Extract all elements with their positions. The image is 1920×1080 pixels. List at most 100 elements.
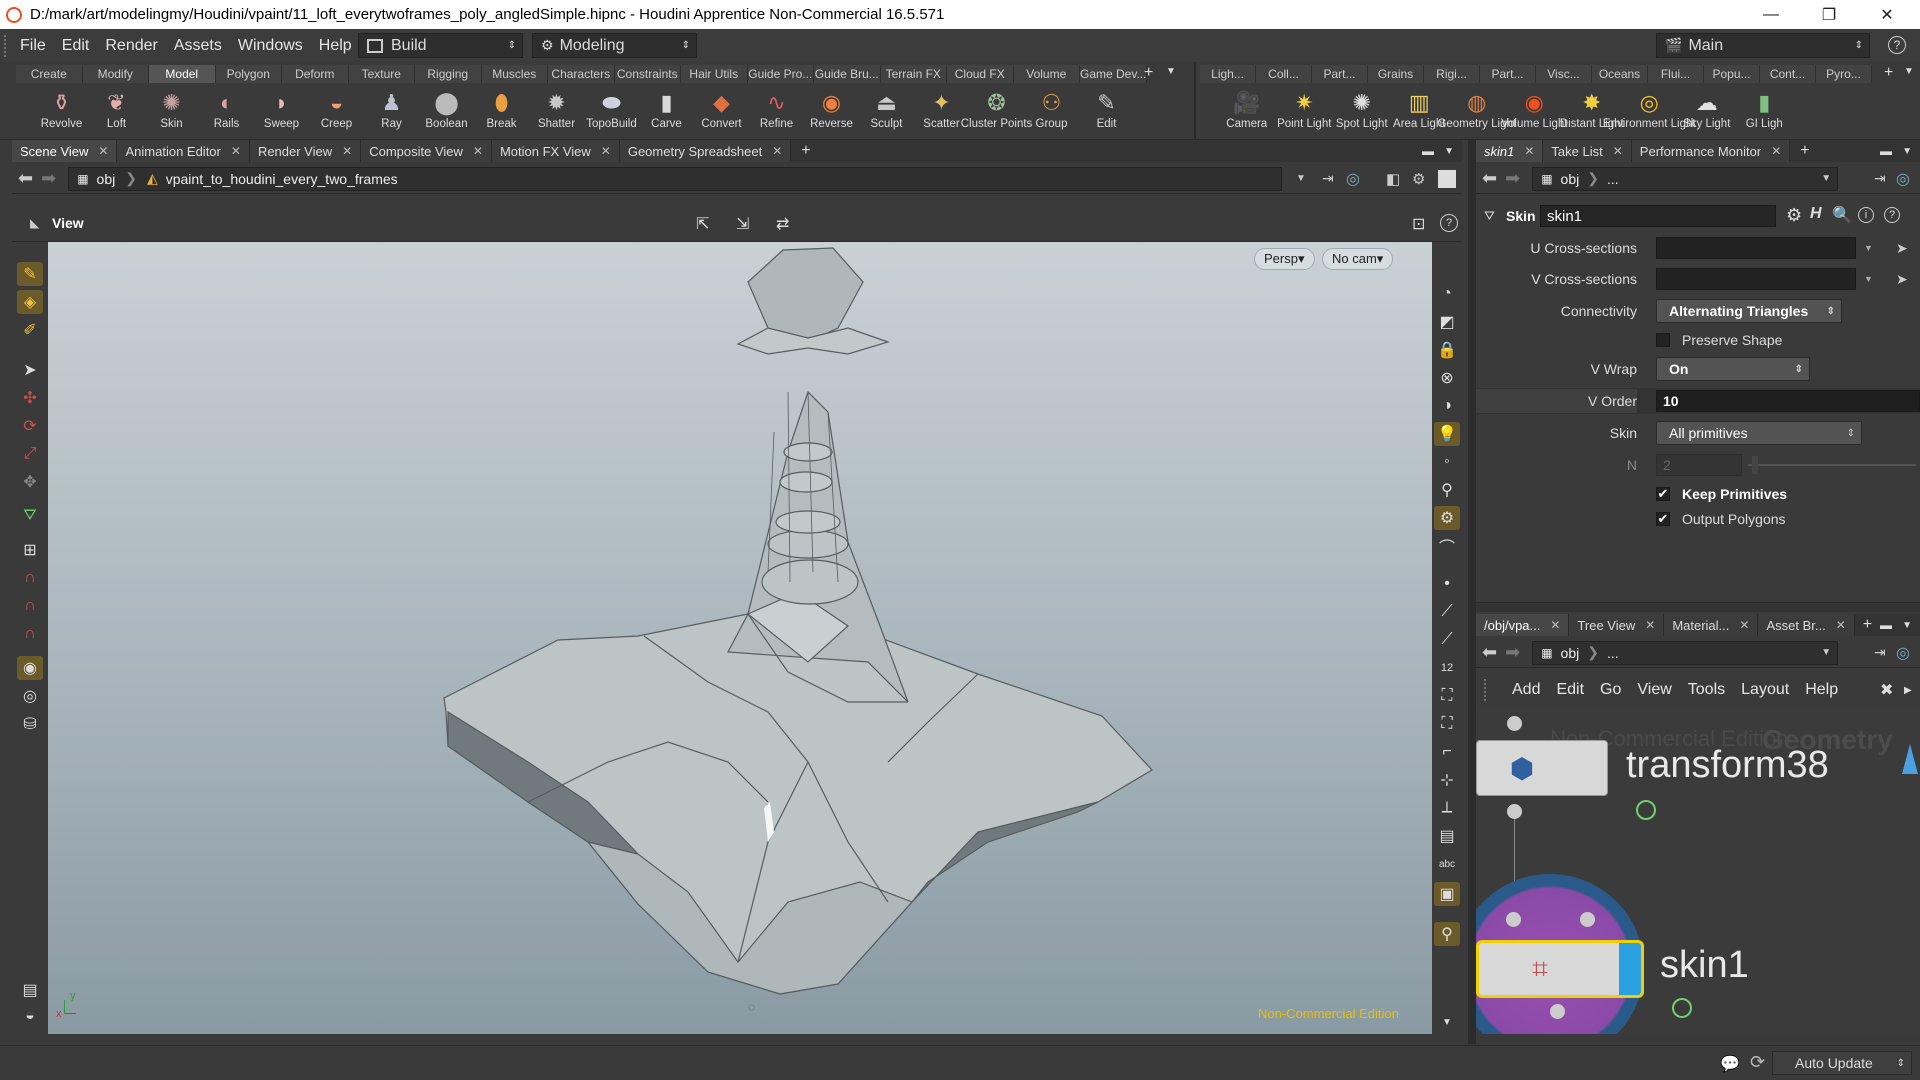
menu-file[interactable]: File <box>12 37 54 55</box>
snap-grid-icon[interactable]: ⊞ <box>17 538 43 562</box>
tab-take-list[interactable]: Take List ✕ <box>1543 140 1632 162</box>
net-pane-menu-icon[interactable]: ▼ <box>1902 620 1912 631</box>
auto-update-menu[interactable]: Auto Update ⇕ <box>1772 1051 1912 1075</box>
shelf-tab-volume-15[interactable]: Volume <box>1013 65 1080 83</box>
persp-camera-button[interactable]: Persp▾ <box>1254 248 1315 270</box>
shelf-menu-button[interactable]: ▼ <box>1166 66 1176 77</box>
close-tab-icon[interactable]: ✕ <box>601 144 611 158</box>
net-path-dropdown-icon[interactable]: ▼ <box>1821 647 1831 658</box>
tool-refine[interactable]: ∿ Refine <box>749 86 804 138</box>
shelf-tab-cont-10[interactable]: Cont... <box>1760 65 1816 83</box>
path-root[interactable]: obj <box>97 171 116 187</box>
net-path-field[interactable]: ▦ obj ❯ ... ▼ <box>1532 640 1839 665</box>
close-tab-icon[interactable]: ✕ <box>1771 144 1781 158</box>
param-path-field[interactable]: ▦ obj ❯ ... ▼ <box>1532 166 1839 191</box>
network-menu-help[interactable]: Help <box>1797 681 1846 699</box>
network-menu-edit[interactable]: Edit <box>1548 681 1592 699</box>
vertex-normal-icon[interactable]: ⟋ <box>1434 628 1460 652</box>
shelf-tab-guide-bru-12[interactable]: Guide Bru... <box>814 65 881 83</box>
tool-sky-light[interactable]: ☁ Sky Light <box>1678 86 1736 138</box>
n-slider[interactable] <box>1748 464 1916 466</box>
menu-assets[interactable]: Assets <box>166 37 230 55</box>
menu-render[interactable]: Render <box>97 37 165 55</box>
ghost-icon[interactable]: ⊗ <box>1434 366 1460 390</box>
transform-tool-icon[interactable]: ⇄ <box>776 214 789 234</box>
net-pin-icon[interactable]: ⇥ <box>1874 644 1886 661</box>
close-tab-icon[interactable]: ✕ <box>342 144 352 158</box>
shelf-tab-visc-6[interactable]: Visc... <box>1536 65 1592 83</box>
vertex-icon[interactable]: ⊹ <box>1434 768 1460 792</box>
skin1-display-flag[interactable] <box>1619 943 1641 995</box>
add-tab-button-net[interactable]: + <box>1863 616 1872 634</box>
menu-help[interactable]: Help <box>311 37 360 55</box>
gear-icon[interactable]: ⚙ <box>1786 205 1802 226</box>
shelf-tab-polygon-3[interactable]: Polygon <box>215 65 282 83</box>
scene-path-field[interactable]: ▦ obj ❯ ◭ vpaint_to_houdini_every_two_fr… <box>68 166 1306 191</box>
shelf-tab-hair-utils-10[interactable]: Hair Utils <box>681 65 748 83</box>
param-back-arrow-icon[interactable]: ⬅ <box>1482 168 1497 189</box>
close-tab-icon[interactable]: ✕ <box>1836 618 1846 632</box>
context-selector[interactable]: ⚙ Modeling ⇕ <box>532 33 697 58</box>
shelf-tab-cloud-fx-14[interactable]: Cloud FX <box>947 65 1014 83</box>
no-cam-button[interactable]: No cam▾ <box>1322 248 1394 270</box>
search-icon[interactable]: 🔍 <box>1832 205 1852 225</box>
shelf-tab-popu-9[interactable]: Popu... <box>1704 65 1760 83</box>
point-display-icon[interactable]: • <box>1434 572 1460 596</box>
network-menu-view[interactable]: View <box>1629 681 1679 699</box>
close-tab-icon[interactable]: ✕ <box>1739 618 1749 632</box>
view-tool-icon[interactable]: ◈ <box>17 290 43 314</box>
handle-tool-icon[interactable]: ✎ <box>17 262 43 286</box>
tool-reverse[interactable]: ◉ Reverse <box>804 86 859 138</box>
tool-revolve[interactable]: ⚱ Revolve <box>34 86 89 138</box>
transform38-node-name[interactable]: transform38 <box>1626 744 1829 787</box>
wireframe-icon[interactable]: ◩ <box>1434 310 1460 334</box>
tool-point-light[interactable]: ✷ Point Light <box>1276 86 1334 138</box>
tab-animation-editor[interactable]: Animation Editor ✕ <box>117 140 250 162</box>
menu-edit[interactable]: Edit <box>54 37 98 55</box>
skin1-node[interactable]: ⌗ <box>1476 940 1644 998</box>
add-tab-button[interactable]: + <box>801 142 810 160</box>
tool-scatter[interactable]: ✦ Scatter <box>914 86 969 138</box>
pose-tool-icon-left[interactable]: ⛛ <box>17 504 43 528</box>
tool-convert[interactable]: ◆ Convert <box>694 86 749 138</box>
param-forward-arrow-icon[interactable]: ➡ <box>1505 168 1520 189</box>
network-menu-add[interactable]: Add <box>1504 681 1548 699</box>
param-link-icon[interactable]: ◎ <box>1896 169 1910 189</box>
tab-composite-view[interactable]: Composite View ✕ <box>361 140 492 162</box>
network-menu-go[interactable]: Go <box>1592 681 1629 699</box>
shelf-tab-create-0[interactable]: Create <box>16 65 83 83</box>
tab-render-view[interactable]: Render View ✕ <box>249 140 362 162</box>
shelf-tab-grains-3[interactable]: Grains <box>1368 65 1424 83</box>
shelf-tab-model-2[interactable]: Model <box>149 65 216 83</box>
tool-distant-light[interactable]: ✸ Distant Light <box>1560 86 1624 138</box>
refresh-icon[interactable]: ⟳ <box>1750 1052 1765 1073</box>
pivot-tool-icon[interactable]: ✥ <box>17 470 43 494</box>
stack-icon[interactable]: ▤ <box>1434 824 1460 848</box>
shelf-tab-guide-pro-11[interactable]: Guide Pro... <box>747 65 814 83</box>
close-tab-icon[interactable]: ✕ <box>772 144 782 158</box>
add-tab-button-param[interactable]: + <box>1800 142 1809 160</box>
close-tab-icon[interactable]: ✕ <box>231 144 241 158</box>
help-button[interactable]: ? <box>1888 36 1906 54</box>
param-path-dropdown-icon[interactable]: ▼ <box>1821 173 1831 184</box>
preserve-shape-checkbox[interactable] <box>1656 333 1670 347</box>
tool-camera[interactable]: 🎥 Camera <box>1218 86 1276 138</box>
transform38-output-port[interactable] <box>1507 804 1522 819</box>
tool-topobuild[interactable]: ⬬ TopoBuild <box>584 86 639 138</box>
close-tab-icon[interactable]: ✕ <box>1645 618 1655 632</box>
layer-icon[interactable]: ▤ <box>17 978 43 1002</box>
tab-scene-view[interactable]: Scene View ✕ <box>12 140 118 162</box>
wire-light-icon[interactable]: ⚲ <box>1434 478 1460 502</box>
tool-shatter[interactable]: ✹ Shatter <box>529 86 584 138</box>
info-icon[interactable]: i <box>1858 207 1874 223</box>
tab-performance-monitor[interactable]: Performance Monitor ✕ <box>1631 140 1791 162</box>
shelf-tab-deform-4[interactable]: Deform <box>282 65 349 83</box>
move-tool-icon[interactable]: ✣ <box>17 386 43 410</box>
location-pin-icon[interactable]: ⚲ <box>1434 922 1460 946</box>
param-path-root[interactable]: obj <box>1561 171 1580 187</box>
net-forward-arrow-icon[interactable]: ➡ <box>1505 642 1520 663</box>
shelf-tab-flui-8[interactable]: Flui... <box>1648 65 1704 83</box>
normal-display-icon[interactable]: ⟋ <box>1434 600 1460 624</box>
skin1-input-port-2[interactable] <box>1580 912 1595 927</box>
camera-display-icon[interactable]: ⚙ <box>1434 506 1460 530</box>
